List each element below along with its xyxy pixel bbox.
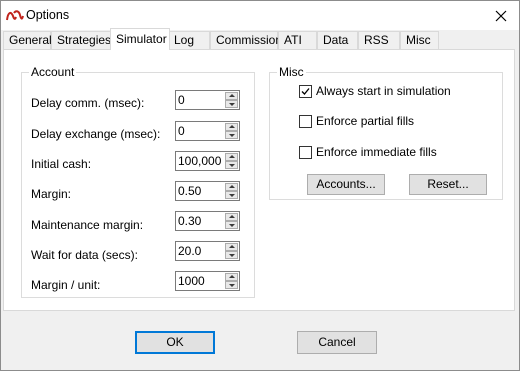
maintenance-margin-spinner[interactable]	[175, 211, 240, 231]
spin-up-button[interactable]	[225, 243, 238, 251]
arrow-down-icon	[229, 134, 235, 137]
delay-exchange-spinner[interactable]	[175, 121, 240, 141]
spin-up-button[interactable]	[225, 92, 238, 100]
always-start-simulation-label: Always start in simulation	[316, 84, 451, 98]
maintenance-margin-input[interactable]	[178, 214, 222, 228]
tab-misc[interactable]: Misc	[400, 31, 439, 49]
arrow-down-icon	[229, 194, 235, 197]
spin-up-button[interactable]	[225, 153, 238, 161]
initial-cash-input[interactable]	[178, 154, 222, 168]
title-bar[interactable]: Options	[1, 1, 519, 30]
wait-for-data-label: Wait for data (secs):	[31, 248, 138, 262]
spin-down-button[interactable]	[225, 131, 238, 139]
arrow-down-icon	[229, 103, 235, 106]
tab-rss[interactable]: RSS	[358, 31, 400, 49]
arrow-up-icon	[229, 275, 235, 278]
app-logo-icon	[6, 10, 24, 21]
arrow-up-icon	[229, 185, 235, 188]
arrow-down-icon	[229, 224, 235, 227]
delay-exchange-input[interactable]	[178, 124, 222, 138]
margin-label: Margin:	[31, 187, 72, 201]
checkmark-icon	[301, 88, 310, 95]
checkbox-box[interactable]	[299, 115, 312, 128]
tab-commission[interactable]: Commission	[210, 31, 282, 49]
wait-for-data-input[interactable]	[178, 244, 222, 258]
arrow-up-icon	[229, 94, 235, 97]
wait-for-data-spinner[interactable]	[175, 241, 240, 261]
window-title: Options	[26, 8, 70, 22]
close-icon	[495, 10, 507, 21]
maintenance-margin-label: Maintenance margin:	[31, 218, 144, 232]
arrow-down-icon	[229, 284, 235, 287]
tab-ati[interactable]: ATI	[278, 31, 317, 49]
margin-per-unit-spinner[interactable]	[175, 271, 240, 291]
spin-up-button[interactable]	[225, 123, 238, 131]
options-dialog: Options General Strategies Simulator Log…	[0, 0, 520, 371]
misc-legend: Misc	[277, 65, 306, 79]
spin-up-button[interactable]	[225, 213, 238, 221]
spin-down-button[interactable]	[225, 191, 238, 199]
arrow-down-icon	[229, 164, 235, 167]
initial-cash-spinner[interactable]	[175, 151, 240, 171]
enforce-partial-fills-label: Enforce partial fills	[316, 114, 415, 128]
margin-per-unit-input[interactable]	[178, 274, 222, 288]
spin-down-button[interactable]	[225, 100, 238, 108]
spin-up-button[interactable]	[225, 273, 238, 281]
margin-spinner[interactable]	[175, 181, 240, 201]
arrow-up-icon	[229, 125, 235, 128]
simulator-panel: Account Delay comm. (msec): Delay exchan…	[3, 49, 515, 311]
tab-data[interactable]: Data	[317, 31, 358, 49]
spin-up-button[interactable]	[225, 183, 238, 191]
delay-exchange-label: Delay exchange (msec):	[31, 127, 161, 141]
delay-comm-input[interactable]	[178, 93, 222, 107]
spin-down-button[interactable]	[225, 281, 238, 289]
initial-cash-label: Initial cash:	[31, 157, 92, 171]
account-legend: Account	[29, 65, 77, 79]
spin-down-button[interactable]	[225, 161, 238, 169]
tab-strategies[interactable]: Strategies	[51, 31, 112, 49]
delay-comm-spinner[interactable]	[175, 90, 240, 110]
margin-per-unit-label: Margin / unit:	[31, 278, 101, 292]
account-group: Account Delay comm. (msec): Delay exchan…	[21, 65, 255, 298]
ok-button[interactable]: OK	[135, 331, 215, 354]
tab-general[interactable]: General	[3, 31, 52, 49]
close-button[interactable]	[483, 1, 519, 30]
checkbox-box[interactable]	[299, 146, 312, 159]
tab-log[interactable]: Log	[168, 31, 210, 49]
delay-comm-label: Delay comm. (msec):	[31, 96, 145, 110]
enforce-immediate-fills-label: Enforce immediate fills	[316, 145, 437, 159]
arrow-up-icon	[229, 215, 235, 218]
accounts-button[interactable]: Accounts...	[307, 174, 385, 195]
arrow-up-icon	[229, 155, 235, 158]
reset-button[interactable]: Reset...	[409, 174, 487, 195]
arrow-down-icon	[229, 254, 235, 257]
checkbox-box[interactable]	[299, 85, 312, 98]
spin-down-button[interactable]	[225, 221, 238, 229]
arrow-up-icon	[229, 245, 235, 248]
cancel-button[interactable]: Cancel	[297, 331, 377, 354]
spin-down-button[interactable]	[225, 251, 238, 259]
margin-input[interactable]	[178, 184, 222, 198]
misc-group: Misc Always start in simulation Enforce …	[269, 65, 503, 200]
tab-simulator[interactable]: Simulator	[110, 28, 170, 50]
